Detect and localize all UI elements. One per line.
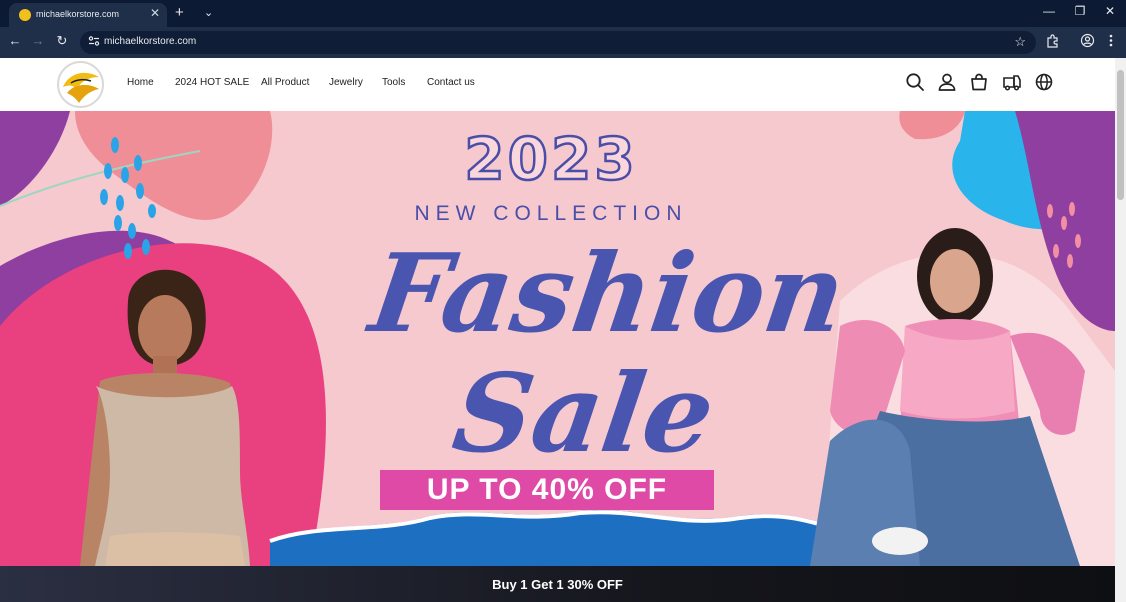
page-scrollbar[interactable] bbox=[1115, 58, 1126, 602]
promo-bar: Buy 1 Get 1 30% OFF bbox=[0, 566, 1115, 602]
globe-icon[interactable] bbox=[1034, 72, 1054, 92]
new-tab-icon[interactable]: + bbox=[175, 4, 184, 21]
hero-title-sale: Sale bbox=[446, 351, 722, 477]
nav-hot-sale[interactable]: 2024 HOT SALE bbox=[175, 77, 249, 88]
reload-icon[interactable]: ↻ bbox=[54, 33, 70, 49]
nav-contact-us[interactable]: Contact us bbox=[427, 77, 475, 88]
nav-tools[interactable]: Tools bbox=[382, 77, 405, 88]
nav-all-product[interactable]: All Product bbox=[261, 77, 309, 88]
promo-text: Buy 1 Get 1 30% OFF bbox=[492, 577, 623, 592]
browser-tab-strip: michaelkorstore.com ✕ + ⌄ — ❐ ✕ bbox=[0, 0, 1126, 27]
search-icon[interactable] bbox=[905, 72, 925, 92]
back-icon[interactable]: ← bbox=[7, 33, 23, 48]
scrollbar-thumb[interactable] bbox=[1117, 70, 1124, 200]
browser-tab[interactable]: michaelkorstore.com ✕ bbox=[9, 3, 167, 27]
site-logo[interactable] bbox=[57, 61, 104, 108]
url-text: michaelkorstore.com bbox=[104, 36, 197, 47]
close-tab-icon[interactable]: ✕ bbox=[150, 6, 160, 20]
discount-badge: UP TO 40% OFF bbox=[380, 470, 714, 510]
truck-icon[interactable] bbox=[1002, 72, 1022, 92]
bookmark-star-icon[interactable]: ☆ bbox=[1014, 34, 1026, 50]
close-window-icon[interactable]: ✕ bbox=[1100, 4, 1120, 18]
nav-home[interactable]: Home bbox=[127, 77, 154, 88]
extensions-icon[interactable] bbox=[1045, 33, 1060, 48]
hero-year: 2023 bbox=[463, 124, 638, 195]
cart-icon[interactable] bbox=[969, 72, 989, 92]
account-icon[interactable] bbox=[937, 72, 957, 92]
chevron-down-icon[interactable]: ⌄ bbox=[204, 6, 213, 19]
tab-title: michaelkorstore.com bbox=[36, 9, 120, 19]
profile-icon[interactable] bbox=[1080, 33, 1095, 48]
browser-toolbar: ← → ↻ michaelkorstore.com ☆ bbox=[0, 27, 1126, 58]
hero-banner[interactable]: 2023 NEW COLLECTION Fashion Sale UP TO 4… bbox=[0, 111, 1115, 566]
address-bar[interactable]: michaelkorstore.com ☆ bbox=[80, 31, 1036, 54]
browser-menu-icon[interactable] bbox=[1106, 33, 1116, 48]
site-favicon-icon bbox=[19, 9, 31, 21]
forward-icon[interactable]: → bbox=[30, 33, 46, 48]
eagle-logo-icon bbox=[63, 72, 99, 103]
minimize-icon[interactable]: — bbox=[1039, 4, 1059, 18]
hero-collection: NEW COLLECTION bbox=[414, 202, 688, 225]
hero-title-fashion: Fashion bbox=[363, 231, 853, 357]
site-header: Home 2024 HOT SALE All Product Jewelry T… bbox=[0, 58, 1115, 111]
restore-icon[interactable]: ❐ bbox=[1070, 4, 1090, 18]
site-info-icon[interactable] bbox=[88, 35, 100, 47]
nav-jewelry[interactable]: Jewelry bbox=[329, 77, 363, 88]
